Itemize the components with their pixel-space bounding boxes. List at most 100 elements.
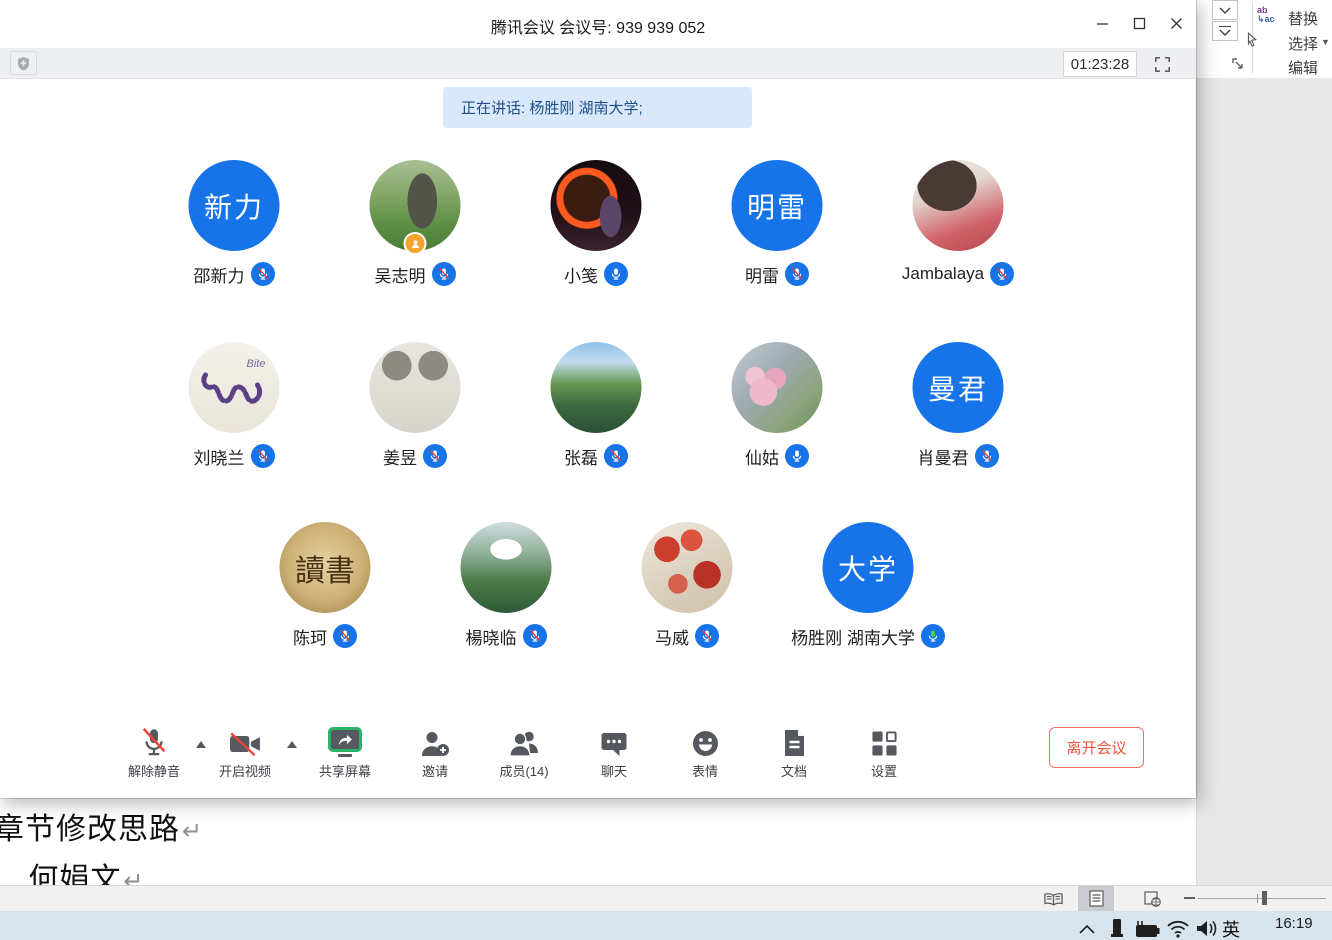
mic-muted-icon bbox=[785, 262, 809, 286]
avatar: 大学 bbox=[823, 522, 914, 613]
tray-volume-icon[interactable] bbox=[1196, 919, 1220, 938]
share-screen-button[interactable]: 共享屏幕 bbox=[307, 723, 383, 780]
mic-muted-icon bbox=[990, 262, 1014, 286]
settings-button[interactable]: 设置 bbox=[846, 723, 922, 780]
shield-icon bbox=[17, 56, 30, 71]
desktop: A ab ↳ac 替换 选择 ▼ 编辑 章节修改思路↵ ： 何娟文↵ bbox=[0, 0, 1332, 940]
emoji-button[interactable]: 表情 bbox=[667, 723, 743, 780]
participant-tile[interactable]: Jambalaya bbox=[868, 160, 1048, 292]
tray-phone-icon[interactable] bbox=[1110, 918, 1124, 940]
maximize-button[interactable] bbox=[1126, 10, 1152, 36]
tray-wifi-icon[interactable] bbox=[1166, 919, 1190, 938]
mic-muted-icon bbox=[523, 624, 547, 648]
maximize-icon bbox=[1133, 17, 1146, 30]
participant-name: 张磊 bbox=[564, 444, 598, 469]
meeting-window: 腾讯会议 会议号: 939 939 052 01:23:28 正在讲话: bbox=[0, 0, 1196, 798]
fullscreen-icon bbox=[1155, 57, 1170, 72]
avatar: Bite bbox=[189, 342, 280, 433]
gallery-more-button[interactable] bbox=[1212, 21, 1238, 41]
avatar bbox=[551, 160, 642, 251]
select-button[interactable]: 选择 bbox=[1288, 33, 1318, 54]
participant-name: 陈珂 bbox=[293, 624, 327, 649]
participant-name: Jambalaya bbox=[902, 264, 984, 284]
launcher-icon bbox=[1232, 58, 1245, 71]
participant-name: 吴志明 bbox=[375, 262, 426, 287]
camera-off-icon bbox=[229, 731, 261, 757]
participant-name: 邵新力 bbox=[194, 262, 245, 287]
clock[interactable]: 16:19 bbox=[1275, 915, 1313, 932]
doc-heading-line: 章节修改思路↵ bbox=[0, 804, 203, 848]
close-icon bbox=[1170, 17, 1183, 30]
mic-muted-icon bbox=[423, 444, 447, 468]
windows-taskbar bbox=[0, 911, 1332, 940]
web-layout-button[interactable] bbox=[1134, 886, 1170, 911]
mic-on-icon bbox=[785, 444, 809, 468]
unmute-button[interactable]: 解除静音 bbox=[116, 723, 192, 780]
avatar bbox=[551, 342, 642, 433]
video-options-caret[interactable] bbox=[287, 741, 297, 748]
participant-tile[interactable]: 楊晓临 bbox=[416, 522, 596, 654]
active-speaker-banner: 正在讲话: 杨胜刚 湖南大学; bbox=[443, 87, 752, 128]
read-mode-button[interactable] bbox=[1036, 886, 1070, 911]
meeting-security-button[interactable] bbox=[10, 51, 37, 75]
mic-options-caret[interactable] bbox=[196, 741, 206, 748]
dialog-launcher-button[interactable] bbox=[1232, 58, 1245, 76]
participant-name: 明雷 bbox=[745, 262, 779, 287]
mic-muted-icon bbox=[251, 444, 275, 468]
meeting-toolbar-strip bbox=[0, 48, 1196, 79]
tray-overflow-chevron-icon[interactable] bbox=[1078, 923, 1096, 935]
attendee-badge-icon bbox=[404, 232, 427, 255]
mic-on-icon bbox=[604, 262, 628, 286]
print-layout-button[interactable] bbox=[1078, 886, 1114, 911]
ime-language-indicator[interactable]: 英 bbox=[1222, 916, 1240, 940]
minimize-button[interactable] bbox=[1089, 10, 1115, 36]
smiley-icon bbox=[692, 730, 719, 757]
participant-tile[interactable]: 姜昱 bbox=[325, 342, 505, 474]
settings-grid-icon bbox=[871, 730, 898, 757]
participant-tile[interactable]: 马威 bbox=[597, 522, 777, 654]
snake-doodle-icon bbox=[199, 363, 269, 413]
participant-tile[interactable]: 吴志明 bbox=[325, 160, 505, 292]
mic-muted-icon bbox=[140, 727, 168, 757]
participant-tile[interactable]: 新力 邵新力 bbox=[144, 160, 324, 292]
replace-button[interactable]: 替换 bbox=[1288, 8, 1318, 29]
avatar bbox=[370, 342, 461, 433]
docs-button[interactable]: 文档 bbox=[756, 723, 832, 780]
gallery-scroll-down-button[interactable] bbox=[1212, 0, 1238, 20]
start-video-button[interactable]: 开启视频 bbox=[207, 723, 283, 780]
participant-tile[interactable]: 讀書 陈珂 bbox=[235, 522, 415, 654]
mic-muted-icon bbox=[604, 444, 628, 468]
participant-tile[interactable]: 曼君 肖曼君 bbox=[868, 342, 1048, 474]
select-cursor-icon bbox=[1246, 32, 1259, 49]
avatar: 讀書 bbox=[280, 522, 371, 613]
participant-tile[interactable]: 小笺 bbox=[506, 160, 686, 292]
replace-icon: ab ↳ac bbox=[1257, 6, 1275, 24]
participant-tile[interactable]: 大学 杨胜刚 湖南大学 bbox=[753, 522, 983, 654]
word-document-page: 章节修改思路↵ ： 何娟文↵ bbox=[0, 798, 1196, 885]
zoom-out-button[interactable] bbox=[1184, 897, 1195, 899]
close-button[interactable] bbox=[1163, 10, 1189, 36]
leave-meeting-button[interactable]: 离开会议 bbox=[1049, 727, 1144, 768]
participant-name: 仙姑 bbox=[745, 444, 779, 469]
tray-battery-icon[interactable] bbox=[1134, 920, 1160, 938]
avatar: 明雷 bbox=[732, 160, 823, 251]
invite-button[interactable]: 邀请 bbox=[397, 723, 473, 780]
select-dropdown-caret[interactable]: ▼ bbox=[1321, 37, 1330, 47]
word-status-bar bbox=[0, 885, 1332, 911]
participant-tile[interactable]: 明雷 明雷 bbox=[687, 160, 867, 292]
meeting-titlebar: 腾讯会议 会议号: 939 939 052 bbox=[0, 0, 1196, 48]
zoom-slider-handle[interactable] bbox=[1262, 891, 1267, 905]
fullscreen-button[interactable] bbox=[1147, 51, 1177, 77]
participant-name: 马威 bbox=[655, 624, 689, 649]
members-button[interactable]: 成员(14) bbox=[486, 723, 562, 780]
avatar bbox=[732, 342, 823, 433]
participant-name: 楊晓临 bbox=[466, 624, 517, 649]
edit-group-label: 编辑 bbox=[1288, 57, 1318, 78]
chat-button[interactable]: 聊天 bbox=[576, 723, 652, 780]
participant-tile[interactable]: 仙姑 bbox=[687, 342, 867, 474]
participant-tile[interactable]: Bite 刘晓兰 bbox=[144, 342, 324, 474]
chat-icon bbox=[600, 731, 628, 757]
doc-text-line: ： 何娟文↵ bbox=[0, 854, 144, 885]
zoom-slider-center-tick bbox=[1257, 894, 1258, 903]
participant-tile[interactable]: 张磊 bbox=[506, 342, 686, 474]
